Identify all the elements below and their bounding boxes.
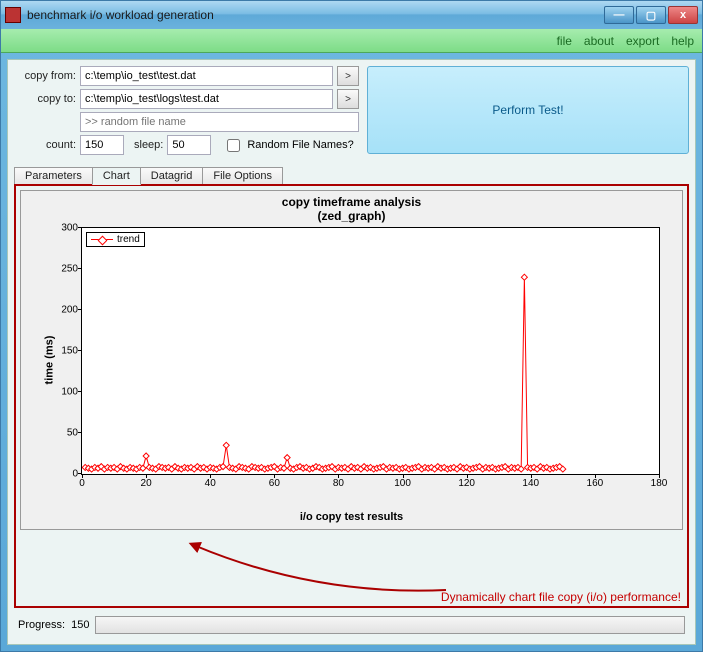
perform-test-button[interactable]: Perform Test! (367, 66, 689, 154)
progress-bar (95, 616, 685, 634)
menu-export[interactable]: export (626, 34, 659, 48)
progress-row: Progress: 150 (14, 608, 689, 638)
minimize-button[interactable]: — (604, 6, 634, 24)
chart-svg (82, 228, 659, 474)
count-label: count: (14, 139, 76, 151)
chart-ylabel: time (ms) (43, 336, 55, 385)
progress-label: Progress: (18, 619, 65, 631)
count-input[interactable] (80, 135, 124, 155)
random-filenames-checkbox[interactable] (227, 139, 240, 152)
tab-datagrid[interactable]: Datagrid (140, 167, 204, 185)
window-title: benchmark i/o workload generation (27, 8, 604, 22)
tab-parameters[interactable]: Parameters (14, 167, 93, 185)
tabs: Parameters Chart Datagrid File Options (14, 166, 689, 184)
content-panel: copy from: > copy to: > count: sleep: (7, 59, 696, 645)
tab-file-options[interactable]: File Options (202, 167, 283, 185)
copy-to-input[interactable] (80, 89, 333, 109)
menu-about[interactable]: about (584, 34, 614, 48)
sleep-label: sleep: (134, 139, 163, 151)
copy-from-browse-button[interactable]: > (337, 66, 359, 86)
random-name-input[interactable] (80, 112, 359, 132)
maximize-button[interactable]: ▢ (636, 6, 666, 24)
app-icon (5, 7, 21, 23)
perform-test-label: Perform Test! (492, 103, 563, 117)
copy-to-label: copy to: (14, 93, 76, 105)
close-button[interactable]: x (668, 6, 698, 24)
chart-subtitle: (zed_graph) (25, 209, 678, 223)
tab-chart[interactable]: Chart (92, 167, 141, 185)
app-window: benchmark i/o workload generation — ▢ x … (0, 0, 703, 652)
chart-xlabel: i/o copy test results (21, 511, 682, 523)
copy-from-label: copy from: (14, 70, 76, 82)
annotation-text: Dynamically chart file copy (i/o) perfor… (441, 590, 681, 604)
progress-value: 150 (71, 619, 89, 631)
menu-help[interactable]: help (671, 34, 694, 48)
menu-file[interactable]: file (557, 34, 572, 48)
chart-highlight-box: copy timeframe analysis (zed_graph) time… (14, 184, 689, 608)
chart-plot-area: trend 0501001502002503000204060801001201… (81, 227, 660, 475)
chart-panel: copy timeframe analysis (zed_graph) time… (20, 190, 683, 530)
chart-title: copy timeframe analysis (25, 195, 678, 209)
copy-to-browse-button[interactable]: > (337, 89, 359, 109)
titlebar[interactable]: benchmark i/o workload generation — ▢ x (1, 1, 702, 29)
annotation-arrow-icon (116, 536, 496, 606)
random-filenames-label: Random File Names? (247, 139, 353, 151)
menubar: file about export help (1, 29, 702, 53)
form-panel: copy from: > copy to: > count: sleep: (14, 66, 359, 158)
copy-from-input[interactable] (80, 66, 333, 86)
sleep-input[interactable] (167, 135, 211, 155)
